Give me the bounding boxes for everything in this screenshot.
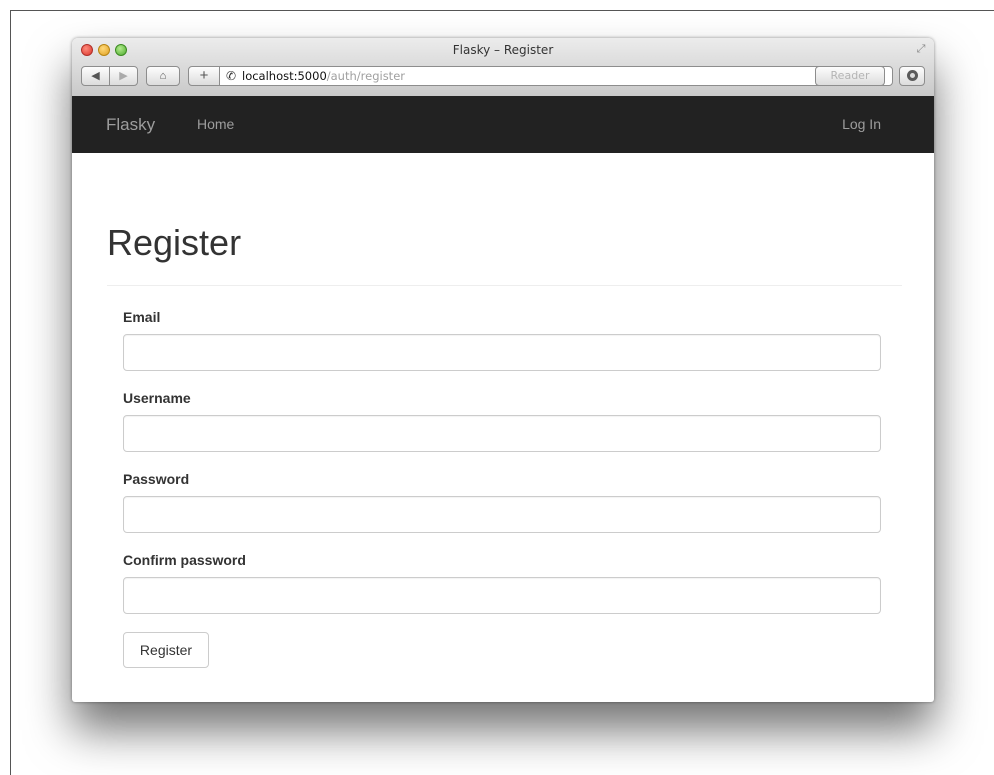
url-host: localhost:5000	[242, 69, 327, 83]
plus-icon: +	[199, 67, 209, 84]
email-label: Email	[123, 309, 161, 325]
confirm-password-label: Confirm password	[123, 552, 246, 568]
browser-toolbar: Flasky – Register ⤢ ◀ ▶ ⌂ + ✆ localhost:…	[72, 38, 934, 97]
home-button[interactable]: ⌂	[146, 66, 180, 86]
email-field[interactable]	[123, 334, 881, 371]
url-text: localhost:5000/auth/register	[242, 67, 405, 85]
confirm-password-field[interactable]	[123, 577, 881, 614]
username-label: Username	[123, 390, 191, 406]
username-field[interactable]	[123, 415, 881, 452]
phone-icon: ✆	[226, 69, 237, 83]
url-path: /auth/register	[326, 69, 405, 83]
back-button[interactable]: ◀	[81, 66, 110, 86]
password-label: Password	[123, 471, 190, 487]
downloads-button[interactable]	[899, 66, 925, 86]
password-field[interactable]	[123, 496, 881, 533]
navbar-brand[interactable]: Flasky	[106, 115, 155, 135]
window-title: Flasky – Register	[452, 43, 554, 57]
page-header: Register	[107, 222, 902, 286]
register-submit-button[interactable]: Register	[123, 632, 209, 668]
page-title: Register	[107, 222, 242, 263]
forward-button[interactable]: ▶	[109, 66, 138, 86]
nav-link-home[interactable]: Home	[197, 116, 234, 132]
back-arrow-icon: ◀	[91, 70, 100, 82]
site-navbar: Flasky Home Log In	[72, 96, 934, 153]
nav-link-login[interactable]: Log In	[842, 116, 881, 132]
downloads-icon	[906, 70, 918, 81]
address-bar[interactable]: ✆ localhost:5000/auth/register ↻	[219, 66, 893, 86]
fullscreen-icon[interactable]: ⤢	[914, 42, 928, 56]
browser-window: Flasky – Register ⤢ ◀ ▶ ⌂ + ✆ localhost:…	[72, 38, 934, 702]
home-icon: ⌂	[159, 70, 167, 82]
add-bookmark-button[interactable]: +	[188, 66, 220, 86]
forward-arrow-icon: ▶	[119, 70, 128, 82]
reader-button[interactable]: Reader	[815, 66, 885, 86]
